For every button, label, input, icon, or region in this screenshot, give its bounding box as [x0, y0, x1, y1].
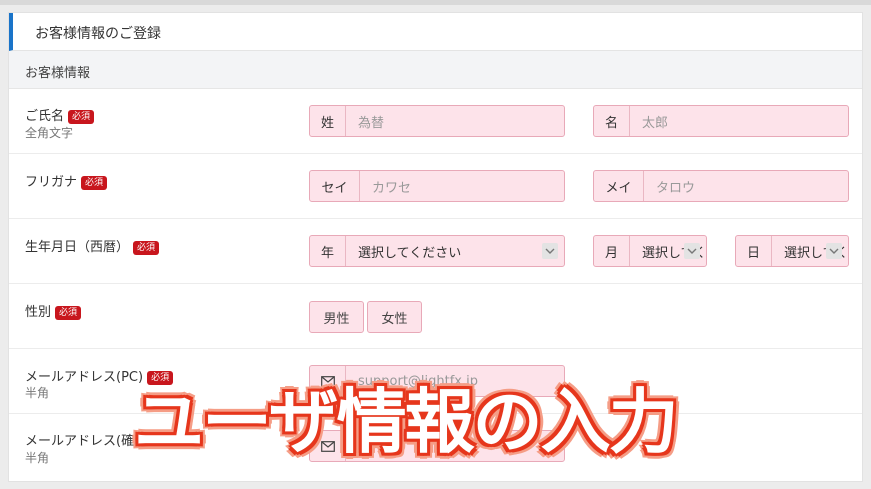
chevron-down-icon: [684, 243, 700, 259]
chevron-down-icon: [542, 243, 558, 259]
last-name-input[interactable]: 為替: [346, 106, 564, 136]
kana-label-text: フリガナ: [25, 175, 78, 190]
section-title: お客様情報: [25, 66, 91, 81]
first-kana-input[interactable]: タロウ: [644, 171, 848, 201]
name-label-text: ご氏名: [25, 109, 65, 124]
card-title: お客様情報のご登録: [35, 26, 161, 42]
birth-year-select[interactable]: 年 選択してください: [309, 235, 565, 267]
first-kana-prefix: メイ: [594, 171, 644, 201]
required-badge: 必須: [81, 176, 108, 190]
required-badge: 必須: [133, 241, 160, 255]
required-badge: 必須: [55, 306, 82, 320]
email-pc-label-text: メールアドレス(PC): [25, 370, 144, 385]
month-prefix: 月: [594, 236, 630, 266]
year-value-text: 選択してください: [358, 245, 462, 261]
birth-row: 生年月日（西暦）必須 年 選択してください 月 選択してください 日 選択してく…: [9, 219, 862, 284]
overlay-caption: ユーザ情報の入力: [134, 381, 679, 463]
first-name-field[interactable]: 名 太郎: [593, 105, 849, 137]
gender-row: 性別 必須 男性 女性: [9, 284, 862, 349]
day-prefix: 日: [736, 236, 772, 266]
last-kana-field[interactable]: セイ カワセ: [309, 170, 565, 202]
first-name-prefix: 名: [594, 106, 630, 136]
year-select-value[interactable]: 選択してください: [346, 236, 564, 266]
birth-label: 生年月日（西暦） 必須: [25, 236, 160, 255]
chevron-down-icon: [826, 243, 842, 259]
name-sub: 全角文字: [25, 126, 74, 140]
year-prefix: 年: [310, 236, 346, 266]
last-kana-prefix: セイ: [310, 171, 360, 201]
gender-female-button[interactable]: 女性: [367, 301, 422, 333]
top-strip: [0, 0, 871, 5]
required-badge: 必須: [68, 110, 95, 124]
email-confirm-sub: 半角: [25, 451, 50, 465]
day-select-value[interactable]: 選択してください: [772, 236, 848, 266]
birth-day-select[interactable]: 日 選択してください: [735, 235, 849, 267]
birth-month-select[interactable]: 月 選択してください: [593, 235, 707, 267]
name-row: ご氏名 必須 全角文字 姓 為替 名 太郎: [9, 89, 862, 154]
kana-label: フリガナ 必須: [25, 171, 108, 190]
birth-label-text: 生年月日（西暦）: [25, 240, 130, 255]
kana-row: フリガナ 必須 セイ カワセ メイ タロウ: [9, 154, 862, 219]
last-name-field[interactable]: 姓 為替: [309, 105, 565, 137]
last-name-prefix: 姓: [310, 106, 346, 136]
gender-label: 性別 必須: [25, 301, 82, 320]
first-name-input[interactable]: 太郎: [630, 106, 848, 136]
section-header: お客様情報: [9, 51, 862, 89]
gender-male-button[interactable]: 男性: [309, 301, 364, 333]
last-kana-input[interactable]: カワセ: [360, 171, 564, 201]
card-header: お客様情報のご登録: [9, 13, 862, 51]
first-kana-field[interactable]: メイ タロウ: [593, 170, 849, 202]
month-select-value[interactable]: 選択してください: [630, 236, 706, 266]
name-label: ご氏名 必須: [25, 105, 95, 124]
gender-label-text: 性別: [25, 305, 52, 320]
email-pc-sub: 半角: [25, 386, 50, 400]
